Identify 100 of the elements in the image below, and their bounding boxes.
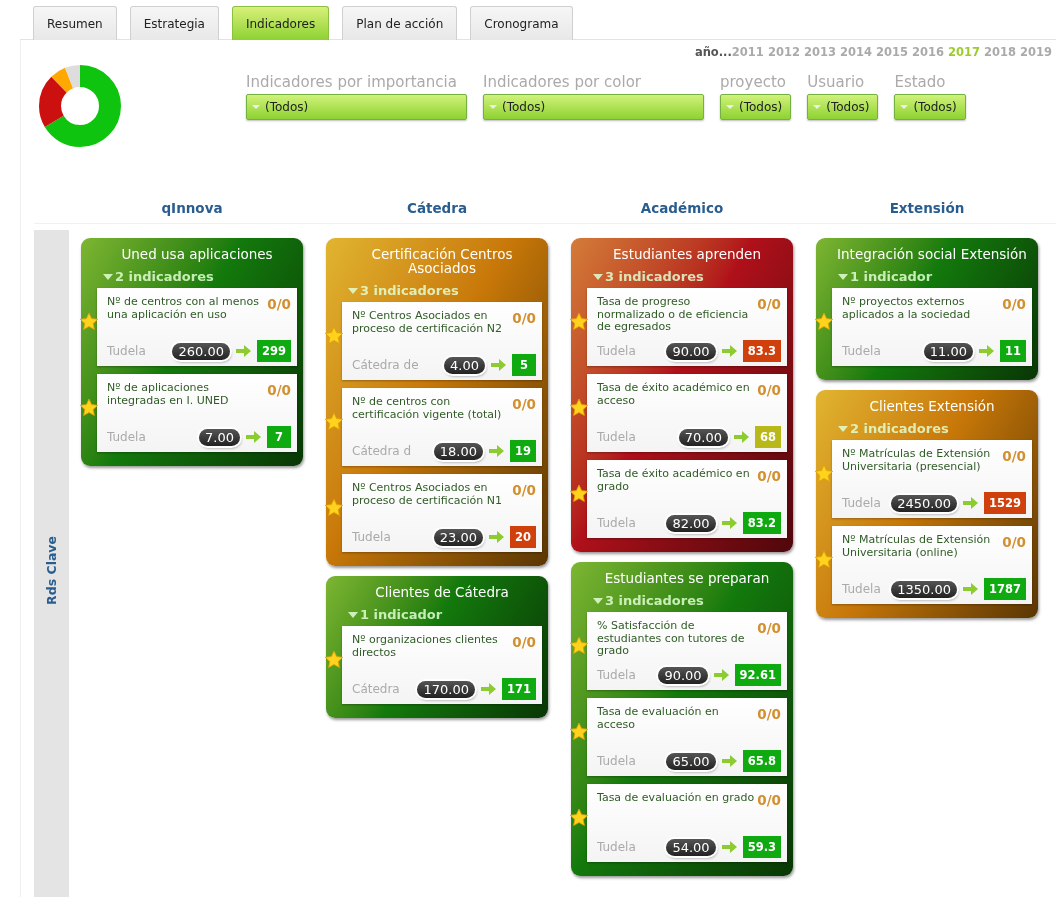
star-icon bbox=[79, 398, 99, 418]
score: 0/0 bbox=[1002, 448, 1026, 466]
target-value: 70.00 bbox=[678, 428, 728, 446]
tab[interactable]: Plan de acción bbox=[342, 6, 458, 40]
caret-icon[interactable] bbox=[103, 273, 113, 280]
indicator-card[interactable]: Nº de centros con al menos una aplicación en uso 0/0 Tudela 260.00 299 bbox=[97, 288, 297, 366]
column-header: qInnova bbox=[160, 200, 224, 216]
score: 0/0 bbox=[1002, 296, 1026, 314]
arrow-icon bbox=[246, 431, 261, 443]
indicator-card[interactable]: Nº Matrículas de Extensión Universitaria (online) 0/0 Tudela 1350.00 1787 bbox=[832, 526, 1032, 604]
indicator-name: Nº proyectos externos aplicados a la sociedad bbox=[842, 296, 972, 323]
score: 0/0 bbox=[757, 792, 781, 810]
arrow-icon bbox=[721, 345, 737, 357]
caret-icon[interactable] bbox=[348, 611, 358, 618]
result-value: 1529 bbox=[984, 492, 1026, 514]
result-value: 7 bbox=[267, 426, 291, 448]
filter-dropdown[interactable]: (Todos) bbox=[894, 94, 966, 120]
indicator-card[interactable]: Tasa de éxito académico en acceso 0/0 Tudela 70.00 68 bbox=[587, 374, 787, 452]
filter-dropdown[interactable]: (Todos) bbox=[807, 94, 879, 120]
owner-label: Tudela bbox=[597, 840, 637, 854]
indicator-card[interactable]: Nº Centros Asociados en proceso de certificación N1 0/0 Tudela 23.00 20 bbox=[342, 474, 542, 552]
year-label: año... bbox=[694, 45, 732, 59]
indicator-name: Tasa de evaluación en acceso bbox=[597, 706, 720, 733]
arrow-icon bbox=[979, 345, 994, 357]
score: 0/0 bbox=[267, 296, 291, 314]
indicator-name: Tasa de éxito académico en grado bbox=[597, 468, 751, 495]
target-value: 18.00 bbox=[433, 442, 483, 460]
indicator-name: Nº Centros Asociados en proceso de certificación N1 bbox=[352, 482, 503, 509]
target-value: 7.00 bbox=[199, 428, 240, 446]
result-value: 299 bbox=[257, 340, 291, 362]
arrow-icon bbox=[734, 431, 749, 443]
owner-label: Tudela bbox=[597, 668, 637, 682]
tab[interactable]: Estrategia bbox=[129, 6, 219, 40]
caret-icon[interactable] bbox=[348, 287, 358, 294]
arrow-icon bbox=[713, 669, 729, 681]
owner-label: Tudela bbox=[107, 344, 147, 358]
indicator-card[interactable]: % Satisfacción de estudiantes con tutores de grado 0/0 Tudela 90.00 92.61 bbox=[587, 612, 787, 690]
result-value: 19 bbox=[510, 440, 536, 462]
objective-title: Uned usa aplicaciones bbox=[120, 247, 274, 261]
score: 0/0 bbox=[757, 468, 781, 486]
result-value: 11 bbox=[1000, 340, 1026, 362]
objective-title: Estudiantes aprenden bbox=[612, 247, 762, 261]
tab[interactable]: Cronograma bbox=[470, 6, 573, 40]
score: 0/0 bbox=[512, 396, 536, 414]
owner-label: Tudela bbox=[597, 430, 637, 444]
indicator-card[interactable]: Tasa de evaluación en grado 0/0 Tudela 54.00 59.3 bbox=[587, 784, 787, 862]
score: 0/0 bbox=[757, 620, 781, 638]
star-icon bbox=[569, 398, 589, 418]
star-icon bbox=[814, 312, 834, 332]
indicator-card[interactable]: Tasa de progreso normalizado o de eficiencia de egresados 0/0 Tudela 90.00 83.3 bbox=[587, 288, 787, 366]
indicator-count[interactable]: 3 indicadores bbox=[605, 269, 704, 284]
indicator-name: Tasa de evaluación en grado bbox=[597, 792, 755, 806]
score: 0/0 bbox=[757, 382, 781, 400]
objective-title: Clientes de Cátedra bbox=[374, 585, 510, 599]
owner-label: Tudela bbox=[597, 516, 637, 530]
score: 0/0 bbox=[512, 310, 536, 328]
indicator-card[interactable]: Nº Centros Asociados en proceso de certificación N2 0/0 Cátedra de 4.00 5 bbox=[342, 302, 542, 380]
tab[interactable]: Resumen bbox=[33, 6, 117, 40]
caret-icon[interactable] bbox=[838, 425, 848, 432]
indicator-name: % Satisfacción de estudiantes con tutores de grado bbox=[597, 620, 746, 659]
owner-label: Tudela bbox=[597, 754, 637, 768]
star-icon bbox=[324, 498, 344, 518]
indicator-name: Nº de aplicaciones integradas en I. UNED bbox=[107, 382, 230, 409]
owner-label: Tudela bbox=[107, 430, 147, 444]
filter-label: Usuario bbox=[807, 73, 866, 91]
indicator-name: Nº Centros Asociados en proceso de certificación N2 bbox=[352, 310, 503, 337]
indicator-card[interactable]: Nº de centros con certificación vigente (total) 0/0 Cátedra d 18.00 19 bbox=[342, 388, 542, 466]
caret-icon[interactable] bbox=[593, 597, 603, 604]
score: 0/0 bbox=[757, 296, 781, 314]
filter-dropdown[interactable]: (Todos) bbox=[483, 94, 704, 120]
filter-dropdown[interactable]: (Todos) bbox=[720, 94, 792, 120]
filter-label: Indicadores por color bbox=[483, 73, 642, 91]
objective-title: Certificación Centros Asociados bbox=[370, 247, 514, 275]
arrow-icon bbox=[963, 583, 978, 595]
star-icon bbox=[324, 650, 344, 670]
star-icon bbox=[569, 484, 589, 504]
indicator-card[interactable]: Tasa de éxito académico en grado 0/0 Tudela 82.00 83.2 bbox=[587, 460, 787, 538]
arrow-icon bbox=[963, 497, 978, 509]
target-value: 65.00 bbox=[666, 752, 716, 770]
filter-dropdown[interactable]: (Todos) bbox=[246, 94, 467, 120]
filter-label: Estado bbox=[894, 73, 947, 91]
arrow-icon bbox=[481, 683, 496, 695]
target-value: 170.00 bbox=[417, 680, 475, 698]
result-value: 65.8 bbox=[742, 750, 781, 772]
indicator-name: Nº organizaciones clientes directos bbox=[352, 634, 499, 661]
caret-icon[interactable] bbox=[838, 273, 848, 280]
indicator-name: Nº de centros con certificación vigente (total) bbox=[352, 396, 503, 423]
indicator-card[interactable]: Tasa de evaluación en acceso 0/0 Tudela 65.00 65.8 bbox=[587, 698, 787, 776]
target-value: 54.00 bbox=[666, 838, 716, 856]
target-value: 260.00 bbox=[172, 342, 230, 360]
indicator-name: Tasa de éxito académico en acceso bbox=[597, 382, 751, 409]
objective-title: Clientes Extensión bbox=[868, 399, 996, 413]
indicator-card[interactable]: Nº organizaciones clientes directos 0/0 Cátedra 170.00 171 bbox=[342, 626, 542, 704]
indicator-card[interactable]: Nº proyectos externos aplicados a la sociedad 0/0 Tudela 11.00 11 bbox=[832, 288, 1032, 366]
target-value: 23.00 bbox=[433, 528, 483, 546]
caret-icon[interactable] bbox=[593, 273, 603, 280]
filter-label: Indicadores por importancia bbox=[246, 73, 458, 91]
indicator-card[interactable]: Nº Matrículas de Extensión Universitaria (presencial) 0/0 Tudela 2450.00 1529 bbox=[832, 440, 1032, 518]
indicator-card[interactable]: Nº de aplicaciones integradas en I. UNED 0/0 Tudela 7.00 7 bbox=[97, 374, 297, 452]
tab[interactable]: Indicadores bbox=[231, 6, 330, 40]
